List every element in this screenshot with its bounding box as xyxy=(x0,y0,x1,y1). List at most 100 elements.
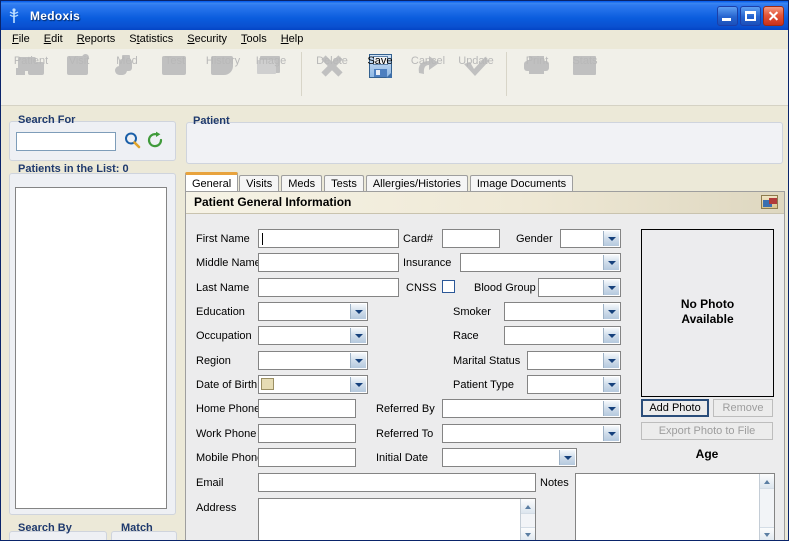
chevron-down-icon[interactable] xyxy=(559,450,575,465)
occupation-combo[interactable] xyxy=(258,326,368,345)
magnifier-icon[interactable] xyxy=(123,131,143,151)
cnss-checkbox[interactable] xyxy=(442,280,455,293)
chevron-down-icon[interactable] xyxy=(603,328,619,343)
toolbar-med-label: Med xyxy=(116,55,138,67)
add-photo-button[interactable]: Add Photo xyxy=(641,399,709,417)
blood-group-combo[interactable] xyxy=(538,278,621,297)
toolbar-image-button[interactable]: Image xyxy=(247,49,295,101)
education-combo[interactable] xyxy=(258,302,368,321)
notes-scrollbar[interactable] xyxy=(759,474,774,540)
label-patient-type: Patient Type xyxy=(453,379,514,391)
scroll-down-icon[interactable] xyxy=(760,527,774,540)
medoxis-window: Medoxis File Edit Reports Statistics Sec… xyxy=(0,0,789,541)
menu-file[interactable]: File xyxy=(5,31,37,48)
gender-combo[interactable] xyxy=(560,229,621,248)
chevron-down-icon[interactable] xyxy=(350,304,366,319)
marital-status-combo[interactable] xyxy=(527,351,621,370)
referred-to-combo[interactable] xyxy=(442,424,621,443)
export-photo-button[interactable]: Export Photo to File xyxy=(641,422,773,440)
home-phone-field[interactable] xyxy=(258,399,356,418)
label-date-of-birth: Date of Birth xyxy=(196,379,258,391)
menu-help[interactable]: Help xyxy=(274,31,311,48)
scroll-up-icon[interactable] xyxy=(521,499,535,514)
window-title: Medoxis xyxy=(30,8,81,23)
tab-general[interactable]: General xyxy=(185,172,239,192)
middle-name-field[interactable] xyxy=(258,253,399,272)
patient-groupbox xyxy=(186,122,783,164)
toolbar-stats-button[interactable]: Stats xyxy=(561,49,609,101)
chevron-down-icon[interactable] xyxy=(350,353,366,368)
chevron-down-icon[interactable] xyxy=(603,304,619,319)
tab-tests[interactable]: Tests xyxy=(324,175,364,192)
patient-groupbox-caption: Patient xyxy=(193,115,230,127)
label-initial-date: Initial Date xyxy=(376,452,428,464)
toolbar-test-button[interactable]: Test xyxy=(151,49,199,101)
patients-listbox[interactable] xyxy=(15,187,167,509)
smoker-combo[interactable] xyxy=(504,302,621,321)
patient-type-combo[interactable] xyxy=(527,375,621,394)
tab-meds[interactable]: Meds xyxy=(281,175,323,192)
chevron-down-icon[interactable] xyxy=(350,328,366,343)
tab-visits[interactable]: Visits xyxy=(239,175,280,192)
tab-image-documents[interactable]: Image Documents xyxy=(469,175,574,192)
menu-reports[interactable]: Reports xyxy=(70,31,123,48)
chevron-down-icon[interactable] xyxy=(603,280,619,295)
toolbar-update-button[interactable]: Update xyxy=(452,49,500,101)
toolbar-history-button[interactable]: History xyxy=(199,49,247,101)
menu-security[interactable]: Security xyxy=(180,31,234,48)
chevron-down-icon[interactable] xyxy=(603,231,619,246)
chevron-down-icon[interactable] xyxy=(603,426,619,441)
scroll-up-icon[interactable] xyxy=(760,474,774,489)
photo-placeholder: No Photo Available xyxy=(641,229,774,397)
toolbar-patient-button[interactable]: Patient xyxy=(7,49,55,101)
tabstrip: General Visits Meds Tests Allergies/Hist… xyxy=(185,171,785,192)
scroll-down-icon[interactable] xyxy=(521,527,535,540)
toolbar-print-button[interactable]: Print xyxy=(513,49,561,101)
patients-list-caption: Patients in the List: 0 xyxy=(18,163,129,175)
chevron-down-icon[interactable] xyxy=(603,377,619,392)
label-blood-group: Blood Group xyxy=(474,282,536,294)
chevron-down-icon[interactable] xyxy=(603,401,619,416)
label-work-phone: Work Phone xyxy=(196,428,257,440)
last-name-field[interactable] xyxy=(258,278,399,297)
chevron-down-icon[interactable] xyxy=(350,377,366,392)
first-name-field[interactable] xyxy=(258,229,399,248)
mobile-phone-field[interactable] xyxy=(258,448,356,467)
menu-edit[interactable]: Edit xyxy=(37,31,70,48)
maximize-icon[interactable] xyxy=(740,5,761,26)
race-combo[interactable] xyxy=(504,326,621,345)
toolbar-med-button[interactable]: Med xyxy=(103,49,151,101)
no-photo-line1: No Photo xyxy=(680,297,735,311)
toolbar-delete-button[interactable]: Delete xyxy=(308,49,356,101)
card-number-field[interactable] xyxy=(442,229,500,248)
image-documents-icon[interactable] xyxy=(761,195,778,209)
notes-textarea[interactable] xyxy=(575,473,775,540)
refresh-icon[interactable] xyxy=(146,131,166,151)
minimize-icon[interactable] xyxy=(717,5,738,26)
calendar-icon xyxy=(261,378,274,390)
toolbar-print-label: Print xyxy=(525,55,549,67)
toolbar-cancel-button[interactable]: Cancel xyxy=(404,49,452,101)
chevron-down-icon[interactable] xyxy=(603,255,619,270)
date-of-birth-combo[interactable] xyxy=(258,375,368,394)
caduceus-icon xyxy=(5,7,23,25)
referred-by-combo[interactable] xyxy=(442,399,621,418)
work-phone-field[interactable] xyxy=(258,424,356,443)
toolbar-save-button[interactable]: Save xyxy=(356,49,404,101)
toolbar-visit-button[interactable]: Visit xyxy=(55,49,103,101)
search-input[interactable] xyxy=(16,132,116,151)
menu-statistics[interactable]: Statistics xyxy=(122,31,180,48)
label-first-name: First Name xyxy=(196,233,250,245)
close-icon[interactable] xyxy=(763,5,784,26)
insurance-combo[interactable] xyxy=(460,253,621,272)
remove-photo-button[interactable]: Remove xyxy=(713,399,773,417)
email-field[interactable] xyxy=(258,473,536,492)
chevron-down-icon[interactable] xyxy=(603,353,619,368)
address-textarea[interactable] xyxy=(258,498,536,540)
region-combo[interactable] xyxy=(258,351,368,370)
window-controls xyxy=(717,5,784,26)
tab-allergies-histories[interactable]: Allergies/Histories xyxy=(365,175,468,192)
menu-tools[interactable]: Tools xyxy=(234,31,274,48)
initial-date-combo[interactable] xyxy=(442,448,577,467)
address-scrollbar[interactable] xyxy=(520,499,535,540)
